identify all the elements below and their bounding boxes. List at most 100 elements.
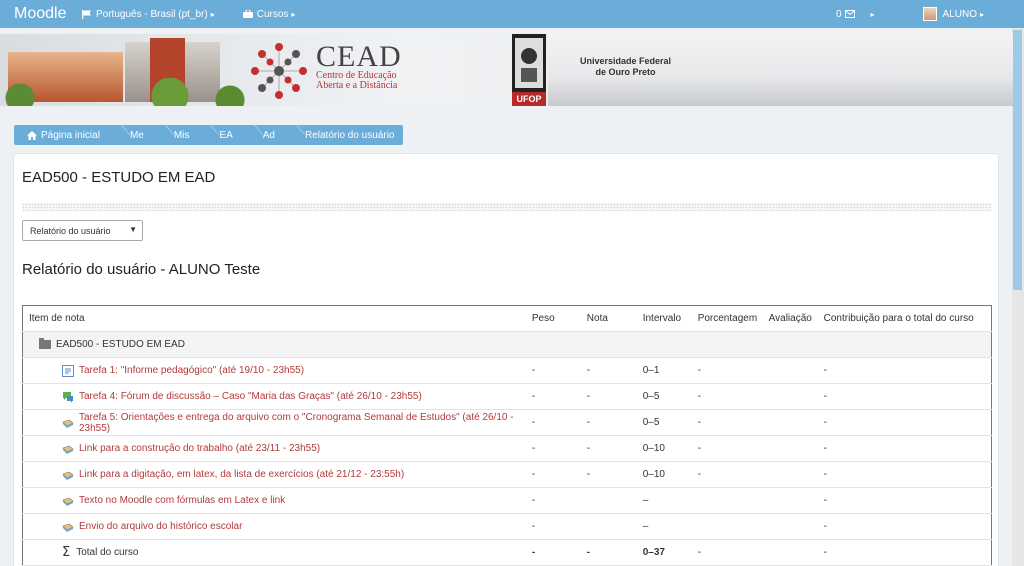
breadcrumb-item[interactable]: Me <box>116 125 160 145</box>
courses-menu[interactable]: Cursos ▸ <box>242 8 296 20</box>
table-row: Tarefa 1: "Informe pedagógico" (até 19/1… <box>22 357 992 384</box>
grade-item-link[interactable]: Tarefa 5: Orientações e entrega do arqui… <box>79 412 532 434</box>
feedback-cell <box>768 461 824 488</box>
grade-item-link[interactable]: Tarefa 4: Fórum de discussão – Caso "Mar… <box>79 391 422 402</box>
grade-table: Item de nota Peso Nota Intervalo Porcent… <box>22 305 992 566</box>
range-cell: 0–5 <box>642 409 698 436</box>
breadcrumb-item[interactable]: Mis <box>160 125 206 145</box>
feedback-cell <box>768 357 824 384</box>
contribution-cell: - <box>823 461 992 488</box>
grade-item-link[interactable]: Texto no Moodle com fórmulas em Latex e … <box>79 495 285 506</box>
messages-menu[interactable]: 0 ▸ <box>836 9 875 20</box>
grade-item-link[interactable]: Link para a digitação, em latex, da list… <box>79 469 404 480</box>
contribution-cell: - <box>823 435 992 462</box>
chevron-right-icon: ▸ <box>291 9 296 19</box>
column-header: Porcentagem <box>697 305 769 332</box>
column-header: Peso <box>531 305 587 332</box>
contribution-cell: - <box>823 513 992 540</box>
divider <box>22 203 992 211</box>
percentage-cell: - <box>697 435 769 462</box>
table-row: Tarefa 5: Orientações e entrega do arqui… <box>22 409 992 436</box>
flag-icon <box>82 9 91 19</box>
header-banner: CEAD Centro de Educação Aberta e a Distâ… <box>0 34 1013 106</box>
ufop-label: UFOP <box>512 92 546 106</box>
percentage-cell: - <box>697 409 769 436</box>
percentage-cell <box>697 487 769 514</box>
grade-cell: - <box>586 461 643 488</box>
contribution-cell: - <box>823 383 992 410</box>
sigma-icon: Σ <box>62 545 71 560</box>
contribution-cell: - <box>823 357 992 384</box>
folder-icon <box>39 338 51 349</box>
chevron-right-icon: ▸ <box>210 9 215 19</box>
top-navbar: Moodle Português - Brasil (pt_br) ▸ Curs… <box>0 0 1024 28</box>
column-header: Intervalo <box>642 305 698 332</box>
upload-icon <box>62 469 74 481</box>
breadcrumb-item[interactable]: Ad <box>249 125 291 145</box>
column-header: Contribuição para o total do curso <box>823 305 992 332</box>
report-select[interactable]: Relatório do usuário ▼ <box>22 220 143 241</box>
chevron-right-icon: ▸ <box>870 9 875 19</box>
range-cell: 0–5 <box>642 383 698 410</box>
breadcrumb-item[interactable]: EA <box>205 125 248 145</box>
contribution-cell: - <box>823 539 992 566</box>
site-brand[interactable]: Moodle <box>14 5 80 23</box>
column-header: Item de nota <box>22 305 532 332</box>
courses-label: Cursos <box>256 8 289 20</box>
weight-cell: - <box>531 383 587 410</box>
weight-cell: - <box>531 539 587 566</box>
upload-icon <box>62 443 74 455</box>
breadcrumb-current[interactable]: Relatório do usuário <box>291 125 404 145</box>
envelope-icon <box>844 10 855 18</box>
cead-logo-icon <box>251 43 307 99</box>
category-row: EAD500 - ESTUDO EM EAD <box>22 331 992 358</box>
user-name: ALUNO <box>942 8 977 20</box>
percentage-cell: - <box>697 461 769 488</box>
total-row: Σ Total do curso - -0–37- - <box>22 539 992 566</box>
scrollbar-thumb[interactable] <box>1013 30 1022 290</box>
navbar-right: 0 ▸ ALUNO ▸ <box>836 0 984 28</box>
forum-icon <box>62 391 74 403</box>
cead-title: CEAD <box>316 40 402 73</box>
weight-cell: - <box>531 513 587 540</box>
range-cell: 0–37 <box>642 539 698 566</box>
grade-item-link[interactable]: Envio do arquivo do histórico escolar <box>79 521 242 532</box>
home-icon <box>27 130 37 140</box>
user-menu[interactable]: ALUNO ▸ <box>922 7 984 21</box>
language-label: Português - Brasil (pt_br) <box>96 8 208 20</box>
grade-item-link[interactable]: Link para a construção do trabalho (até … <box>79 443 320 454</box>
messages-count: 0 <box>835 8 842 20</box>
range-cell: – <box>642 487 698 514</box>
table-row: Envio do arquivo do histórico escolar - – - <box>22 513 992 540</box>
briefcase-icon <box>242 10 253 18</box>
contribution-cell: - <box>823 487 992 514</box>
language-menu[interactable]: Português - Brasil (pt_br) ▸ <box>82 9 215 20</box>
weight-cell: - <box>531 357 587 384</box>
breadcrumb: Página inicial Me Mis EA Ad Relatório do… <box>14 125 404 145</box>
main-panel: EAD500 - ESTUDO EM EAD Relatório do usuá… <box>13 153 999 566</box>
feedback-cell <box>768 409 824 436</box>
range-cell: – <box>642 513 698 540</box>
breadcrumb-home[interactable]: Página inicial <box>14 125 116 145</box>
percentage-cell: - <box>697 383 769 410</box>
weight-cell: - <box>531 461 587 488</box>
course-title: EAD500 - ESTUDO EM EAD <box>22 169 216 186</box>
upload-icon <box>62 521 74 533</box>
grade-item-link[interactable]: Tarefa 1: "Informe pedagógico" (até 19/1… <box>79 365 304 376</box>
percentage-cell: - <box>697 539 769 566</box>
range-cell: 0–10 <box>642 461 698 488</box>
weight-cell: - <box>531 487 587 514</box>
banner-trees-image <box>0 78 250 106</box>
category-name: EAD500 - ESTUDO EM EAD <box>56 339 185 350</box>
feedback-cell <box>768 487 824 514</box>
table-row: Tarefa 4: Fórum de discussão – Caso "Mar… <box>22 383 992 410</box>
university-name: Universidade Federal de Ouro Preto <box>580 56 672 77</box>
feedback-cell <box>768 539 824 566</box>
grade-cell: - <box>586 539 643 566</box>
grade-cell: - <box>586 435 643 462</box>
table-header-row: Item de nota Peso Nota Intervalo Porcent… <box>22 305 992 332</box>
weight-cell: - <box>531 409 587 436</box>
grade-cell: - <box>586 357 643 384</box>
avatar <box>922 7 937 21</box>
percentage-cell <box>697 513 769 540</box>
